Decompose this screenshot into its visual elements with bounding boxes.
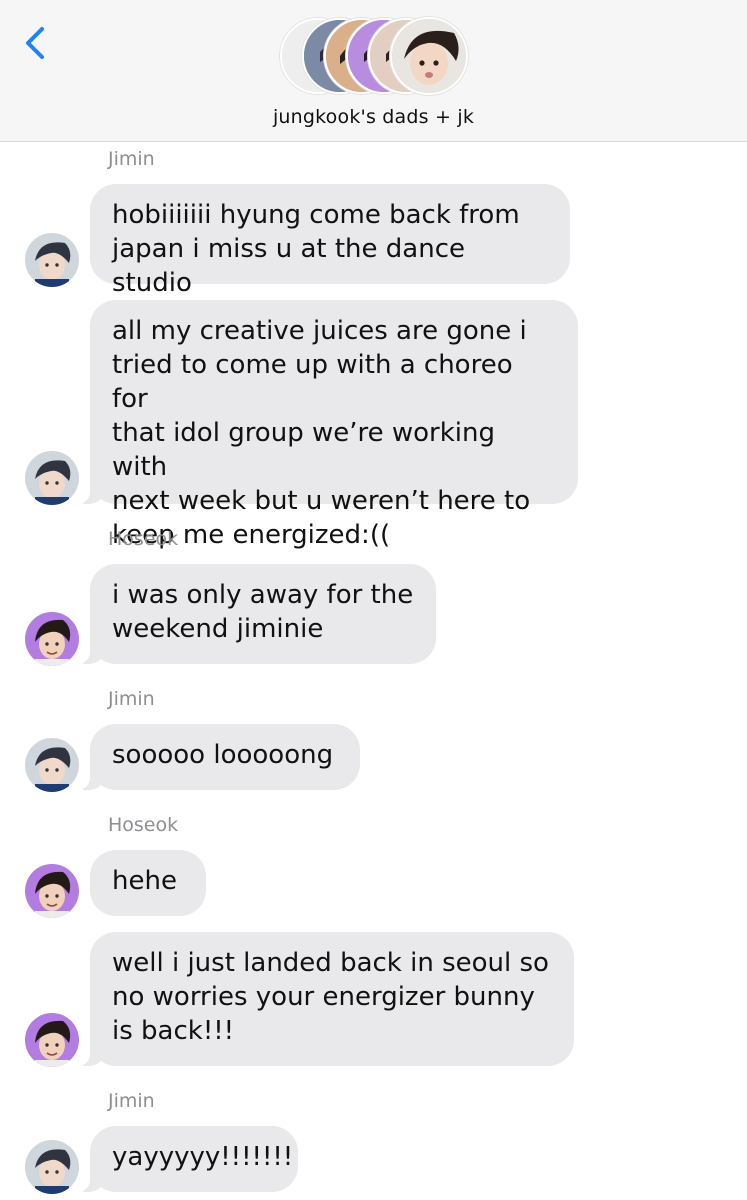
hoseok-avatar[interactable] bbox=[25, 1013, 79, 1067]
group-member-avatar-jungkook bbox=[390, 17, 468, 95]
chevron-left-icon bbox=[26, 27, 44, 59]
sender-name: Jimin bbox=[108, 148, 155, 170]
message-bubble[interactable]: sooooo looooong bbox=[78, 724, 360, 790]
jimin-avatar[interactable] bbox=[25, 738, 79, 792]
sender-name: Jimin bbox=[108, 688, 155, 710]
jimin-avatar[interactable] bbox=[25, 233, 79, 287]
group-avatar-stack[interactable] bbox=[280, 17, 470, 95]
message-bubble[interactable]: i was only away for the weekend jiminie bbox=[78, 564, 436, 664]
jimin-avatar[interactable] bbox=[25, 1140, 79, 1194]
message-bubble[interactable]: well i just landed back in seoul so no w… bbox=[78, 932, 574, 1066]
sender-name: Jimin bbox=[108, 1090, 155, 1112]
conversation-title[interactable]: jungkook's dads + jk bbox=[0, 106, 747, 128]
sender-name: Hoseok bbox=[108, 814, 179, 836]
hoseok-avatar[interactable] bbox=[25, 612, 79, 666]
message-bubble[interactable]: yayyyyy!!!!!!! bbox=[78, 1126, 298, 1192]
message-bubble[interactable]: all my creative juices are gone i tried … bbox=[78, 300, 578, 550]
hoseok-avatar[interactable] bbox=[25, 864, 79, 918]
conversation-header: jungkook's dads + jk bbox=[0, 0, 747, 142]
jimin-avatar[interactable] bbox=[25, 451, 79, 505]
sender-name: Hoseok bbox=[108, 528, 179, 550]
message-bubble[interactable]: hehe bbox=[90, 850, 206, 916]
back-button[interactable] bbox=[22, 22, 62, 66]
message-bubble[interactable]: hobiiiiiii hyung come back from japan i … bbox=[90, 184, 570, 298]
